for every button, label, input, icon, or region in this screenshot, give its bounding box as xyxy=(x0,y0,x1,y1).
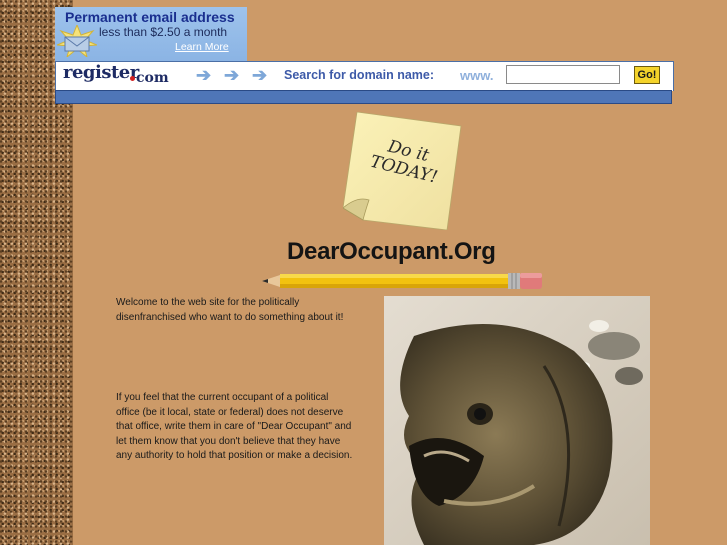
page-title: DearOccupant.Org xyxy=(287,238,496,265)
domain-search-input[interactable] xyxy=(506,65,620,84)
logo-text: register xyxy=(63,62,139,83)
arrow-right-icon: ➔ xyxy=(196,65,212,85)
body-text: If you feel that the current occupant of… xyxy=(116,392,353,461)
domain-search-bar: register com ➔ ➔ ➔ Search for domain nam… xyxy=(55,61,674,91)
arrow-right-icon: ➔ xyxy=(224,65,240,85)
promo-subtitle: less than $2.50 a month xyxy=(99,25,228,39)
mail-starburst-icon xyxy=(57,25,97,57)
email-promo[interactable]: Permanent email address less than $2.50 … xyxy=(55,7,247,62)
logo-dot xyxy=(130,76,135,81)
search-domain-label: Search for domain name: xyxy=(284,68,435,82)
register-logo[interactable]: register xyxy=(63,62,139,83)
pencil-divider xyxy=(262,273,542,289)
fish-head-photo xyxy=(384,296,650,545)
go-button[interactable]: Go! xyxy=(634,66,660,84)
learn-more-link[interactable]: Learn More xyxy=(175,41,229,53)
promo-title: Permanent email address xyxy=(65,9,235,25)
welcome-text: Welcome to the web site for the politica… xyxy=(116,297,344,323)
banner-bottom-stripe xyxy=(55,90,672,104)
arrow-right-icon: ➔ xyxy=(252,65,268,85)
logo-com: com xyxy=(136,70,169,86)
register-banner-ad[interactable]: Permanent email address less than $2.50 … xyxy=(55,7,674,104)
www-prefix: www. xyxy=(460,68,494,83)
sticky-note: Do it TODAY! xyxy=(342,111,463,231)
